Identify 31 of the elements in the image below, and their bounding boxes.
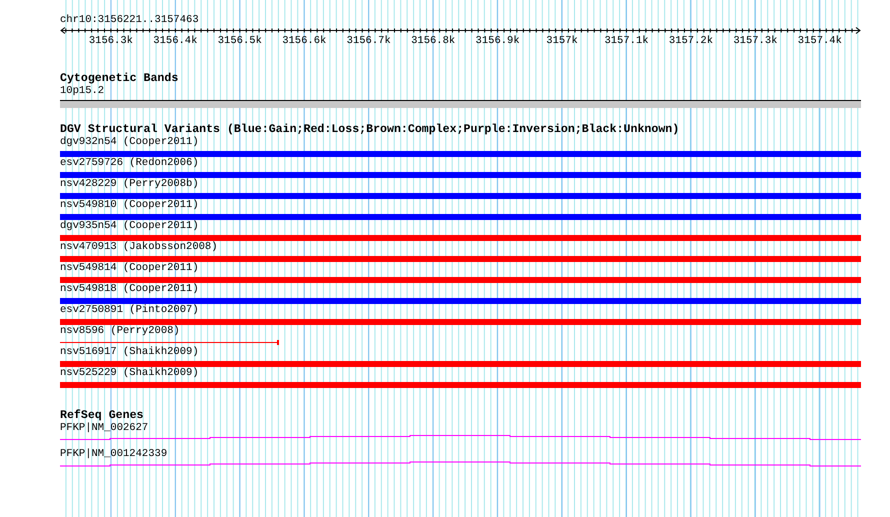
variant-label: nsv525229 (Shaikh2009): [60, 367, 200, 379]
tick-label: 3157.1k: [604, 35, 649, 47]
variant-label: nsv8596 (Perry2008): [60, 325, 181, 337]
tick-label: 3156.4k: [153, 35, 198, 47]
band-label: 10p15.2: [60, 85, 106, 97]
tick-label: 3156.6k: [282, 35, 326, 47]
tick-label: 3157k: [546, 35, 578, 47]
tick-label: 3156.8k: [411, 35, 456, 47]
variant-label: nsv549814 (Cooper2011): [60, 262, 200, 274]
tick-label: 3156.3k: [88, 35, 133, 47]
variant-label: dgv932n54 (Cooper2011): [60, 136, 200, 148]
variant-label: esv2759726 (Redon2006): [60, 157, 200, 169]
tick-label: 3156.9k: [476, 35, 520, 47]
locus-label: chr10:3156221..3157463: [60, 14, 200, 26]
tick-label: 3156.7k: [346, 35, 391, 47]
variant-label: esv2750891 (Pinto2007): [60, 304, 200, 316]
variant-label: nsv470913 (Jakobsson2008): [60, 241, 219, 253]
tick-label: 3157.3k: [733, 35, 778, 47]
tick-label: 3157.2k: [668, 35, 713, 47]
track-title: Cytogenetic Bands: [60, 73, 180, 85]
variant-label: nsv428229 (Perry2008b): [60, 178, 200, 190]
variant-label: nsv516917 (Shaikh2009): [60, 346, 200, 358]
gene-label: PFKP|NM_001242339: [60, 448, 168, 460]
tick-label: 3156.5k: [218, 35, 262, 47]
tick-label: 3157.4k: [798, 35, 842, 47]
variant-label: dgv935n54 (Cooper2011): [60, 220, 200, 232]
gene-label: PFKP|NM_002627: [60, 422, 150, 434]
variant-label: nsv549818 (Cooper2011): [60, 283, 200, 295]
variant-label: nsv549810 (Cooper2011): [60, 199, 200, 211]
track-title: RefSeq Genes: [60, 410, 144, 422]
track-title: DGV Structural Variants (Blue:Gain;Red:Loss;Brown:Complex;Purple:Inversion;Black:Unknown): [60, 124, 680, 136]
